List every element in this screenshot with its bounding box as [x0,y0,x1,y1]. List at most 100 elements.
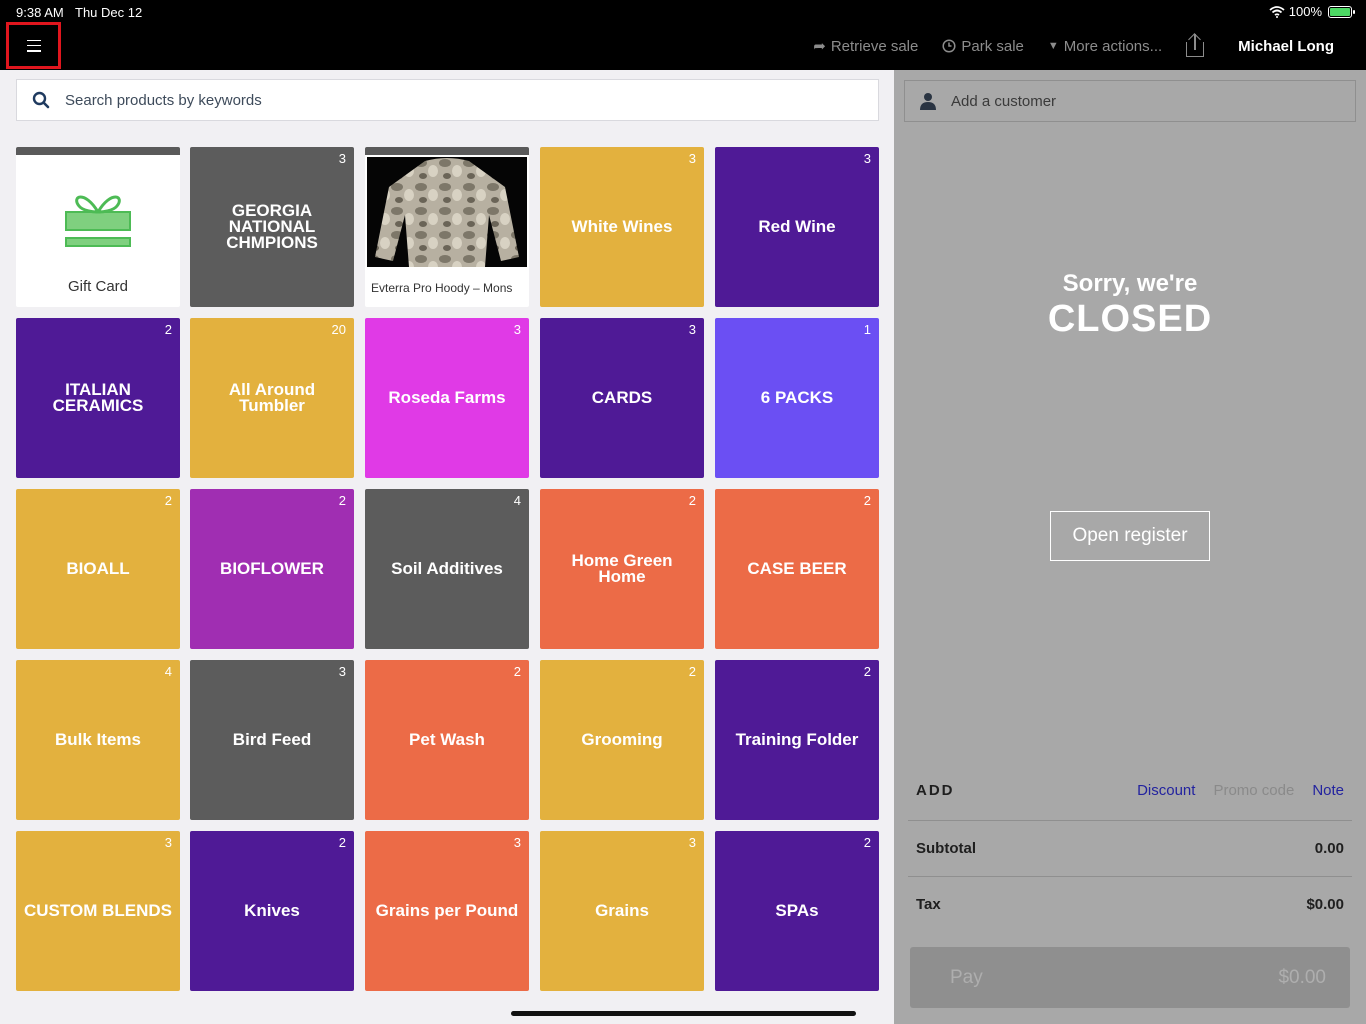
tile-category[interactable]: 3 Roseda Farms [365,318,529,478]
tile-label: Red Wine [758,217,836,236]
search-icon [17,91,65,109]
tile-category[interactable]: 3 Red Wine [715,147,879,307]
tile-category[interactable]: 3 Grains [540,831,704,991]
promo-code-link[interactable]: Promo code [1213,782,1294,799]
product-search-bar[interactable] [16,79,879,121]
tile-label: CUSTOM BLENDS [24,901,172,920]
tile-label: Roseda Farms [388,388,506,407]
tile-category[interactable]: 2 Training Folder [715,660,879,820]
tile-category[interactable]: 3 CARDS [540,318,704,478]
tile-count: 3 [688,835,696,850]
forward-arrow-icon: ➦ [813,38,826,55]
tile-category[interactable]: 4 Bulk Items [16,660,180,820]
menu-icon [26,39,41,52]
subtotal-value: 0.00 [1314,840,1344,857]
tile-count: 2 [513,664,521,679]
gift-icon [65,195,131,247]
tile-category[interactable]: 3 Grains per Pound [365,831,529,991]
tile-category[interactable]: 2 BIOFLOWER [190,489,354,649]
tile-category[interactable]: 3 CUSTOM BLENDS [16,831,180,991]
share-icon[interactable] [1184,33,1206,59]
tile-category[interactable]: 1 6 PACKS [715,318,879,478]
tile-label: Bird Feed [232,730,312,749]
tile-count: 2 [688,493,696,508]
tile-label: All Around Tumbler [228,380,316,415]
top-bar: 9:38 AM Thu Dec 12 100% ➦ Retrieve sale … [0,0,1366,70]
tile-count: 4 [164,664,172,679]
add-customer-label: Add a customer [951,92,1057,110]
caret-down-icon: ▼ [1047,40,1059,52]
tile-label: CASE BEER [747,559,847,578]
park-sale-button[interactable]: Park sale [942,38,1024,55]
divider [908,876,1352,877]
tile-category[interactable]: 2 Home Green Home [540,489,704,649]
tile-count: 3 [164,835,172,850]
divider [908,820,1352,821]
tile-label: Grains per Pound [375,901,519,920]
tile-label: Gift Card [67,278,128,295]
tile-label: BIOFLOWER [220,559,324,578]
tile-count: 3 [863,151,871,166]
tile-category[interactable]: 2 SPAs [715,831,879,991]
retrieve-sale-label: Retrieve sale [830,37,919,55]
add-customer-button[interactable]: Add a customer [904,80,1356,122]
tile-label: Pet Wash [409,730,485,749]
tile-count: 4 [513,493,521,508]
tile-category[interactable]: 3 Bird Feed [190,660,354,820]
tile-gift-card[interactable]: Gift Card [16,147,180,307]
tile-category[interactable]: 2 BIOALL [16,489,180,649]
pay-amount: $0.00 [1278,966,1326,988]
tile-count: 3 [513,322,521,337]
more-actions-button[interactable]: ▼ More actions... [1048,38,1162,55]
closed-message-line2: CLOSED [1047,298,1213,340]
tile-label: 6 PACKS [760,388,834,407]
clock-icon [942,39,956,53]
hamburger-menu-button[interactable] [6,22,61,69]
pay-button[interactable]: Pay $0.00 [910,947,1350,1008]
tax-label: Tax [916,896,941,913]
tile-category[interactable]: 2 ITALIAN CERAMICS [16,318,180,478]
tile-label: White Wines [571,217,673,236]
tile-label: SPAs [775,901,819,920]
tile-category[interactable]: 20 All Around Tumbler [190,318,354,478]
tile-category[interactable]: 4 Soil Additives [365,489,529,649]
more-actions-label: More actions... [1063,37,1163,55]
tile-category[interactable]: 3 White Wines [540,147,704,307]
tile-category[interactable]: 2 Knives [190,831,354,991]
tile-count: 2 [338,493,346,508]
search-input[interactable] [65,91,878,109]
sale-panel: Add a customer Sorry, we're CLOSED Open … [894,70,1366,1024]
closed-message-line1: Sorry, we're [1062,270,1198,297]
tax-row: Tax $0.00 [916,896,1344,913]
tile-count: 1 [863,322,871,337]
tile-count: 2 [688,664,696,679]
add-label: ADD [916,782,955,799]
tile-count: 20 [331,322,346,337]
header-actions: ➦ Retrieve sale Park sale ▼ More actions… [789,33,1334,59]
tile-count: 3 [688,322,696,337]
tile-category[interactable]: 2 Pet Wash [365,660,529,820]
tile-count: 3 [688,151,696,166]
retrieve-sale-button[interactable]: ➦ Retrieve sale [813,37,919,56]
tile-product-hoody[interactable]: Evterra Pro Hoody – Mons [365,147,529,307]
user-name[interactable]: Michael Long [1238,38,1334,55]
tile-count: 2 [863,835,871,850]
tile-label: CARDS [591,388,653,407]
battery-percent: 100% [1288,4,1322,19]
tile-label: Bulk Items [55,730,141,749]
tile-count: 2 [164,322,172,337]
park-sale-label: Park sale [961,37,1024,55]
tile-label: Knives [244,901,300,920]
tile-label: BIOALL [66,559,130,578]
tile-count: 3 [338,664,346,679]
tile-category[interactable]: 3 GEORGIA NATIONAL CHMPIONS [190,147,354,307]
discount-link[interactable]: Discount [1137,782,1195,799]
tile-label: Grooming [581,730,663,749]
tile-count: 3 [513,835,521,850]
open-register-button[interactable]: Open register [1050,511,1210,561]
status-date: Thu Dec 12 [75,5,143,20]
note-link[interactable]: Note [1312,782,1344,799]
tile-category[interactable]: 2 Grooming [540,660,704,820]
tile-category[interactable]: 2 CASE BEER [715,489,879,649]
wifi-icon [1269,5,1285,18]
